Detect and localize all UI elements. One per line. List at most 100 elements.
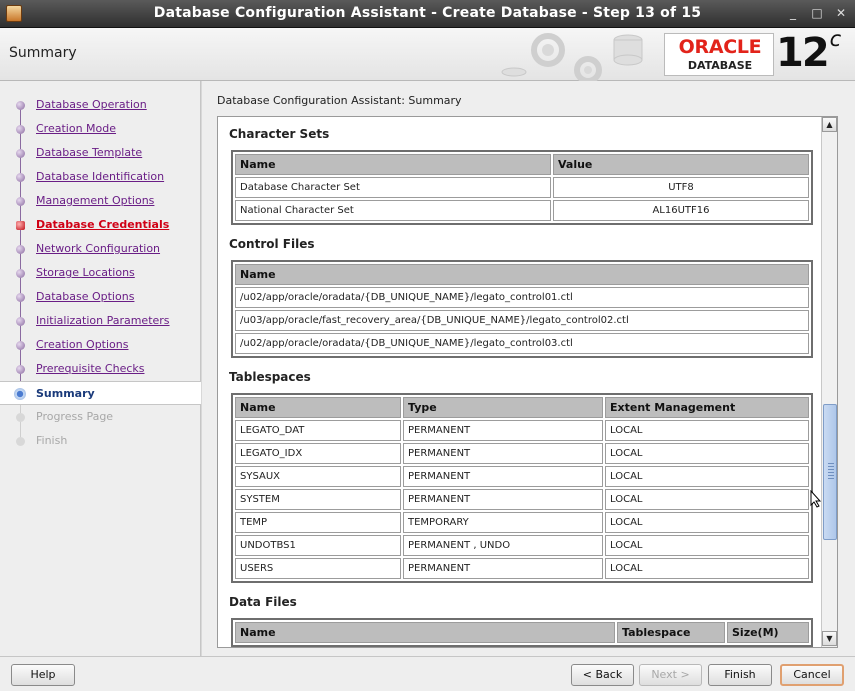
table-cell: LEGATO_DAT bbox=[235, 420, 401, 441]
column-header-value: Value bbox=[553, 154, 809, 175]
section-title-control-files: Control Files bbox=[229, 237, 315, 251]
table-cell: PERMANENT bbox=[403, 466, 603, 487]
step-bullet-icon bbox=[16, 173, 25, 182]
step-bullet-icon bbox=[16, 245, 25, 254]
step-bullet-icon bbox=[16, 293, 25, 302]
column-header-name: Name bbox=[235, 264, 809, 285]
next-button[interactable]: Next > bbox=[639, 664, 702, 686]
table-row: LEGATO_DAT PERMANENT LOCAL bbox=[235, 420, 809, 441]
nav-step-creation-mode[interactable]: Creation Mode bbox=[0, 117, 201, 141]
wizard-button-bar: Help < Back Next > Finish Cancel bbox=[0, 656, 855, 691]
summary-heading: Database Configuration Assistant: Summar… bbox=[217, 94, 462, 107]
column-header-name: Name bbox=[235, 154, 551, 175]
maximize-icon[interactable]: □ bbox=[810, 6, 824, 20]
table-row: UNDOTBS1 PERMANENT , UNDO LOCAL bbox=[235, 535, 809, 556]
nav-step-label: Finish bbox=[36, 434, 68, 447]
table-cell: LOCAL bbox=[605, 420, 809, 441]
table-cell: SYSAUX bbox=[235, 466, 401, 487]
step-bullet-icon bbox=[16, 125, 25, 134]
table-cell: LOCAL bbox=[605, 443, 809, 464]
nav-step-label: Database Operation bbox=[36, 98, 147, 111]
vertical-scrollbar[interactable]: ▲ ▼ bbox=[821, 117, 837, 647]
minimize-icon[interactable]: _ bbox=[786, 6, 800, 20]
table-row: Database Character Set UTF8 bbox=[235, 177, 809, 198]
finish-button[interactable]: Finish bbox=[708, 664, 772, 686]
version-logo: 12c bbox=[776, 27, 841, 76]
table-cell: PERMANENT , UNDO bbox=[403, 535, 603, 556]
table-cell: TEMP bbox=[235, 512, 401, 533]
table-cell: USERS bbox=[235, 558, 401, 579]
nav-step-label: Management Options bbox=[36, 194, 155, 207]
table-cell: National Character Set bbox=[235, 200, 551, 221]
table-cell: LEGATO_IDX bbox=[235, 443, 401, 464]
main-panel: Database Configuration Assistant: Summar… bbox=[202, 81, 855, 656]
nav-step-label: Network Configuration bbox=[36, 242, 161, 255]
nav-step-creation-options[interactable]: Creation Options bbox=[0, 333, 201, 357]
nav-step-label: Summary bbox=[36, 387, 95, 400]
nav-step-summary[interactable]: Summary bbox=[0, 381, 201, 405]
section-title-character-sets: Character Sets bbox=[229, 127, 330, 141]
table-cell: UTF8 bbox=[553, 177, 809, 198]
nav-step-finish: Finish bbox=[0, 429, 201, 453]
nav-step-progress-page: Progress Page bbox=[0, 405, 201, 429]
mouse-pointer-icon bbox=[810, 490, 822, 508]
table-cell: TEMPORARY bbox=[403, 512, 603, 533]
step-bullet-icon bbox=[16, 317, 25, 326]
nav-step-label: Creation Options bbox=[36, 338, 129, 351]
table-cell: /u03/app/oracle/fast_recovery_area/{DB_U… bbox=[235, 310, 809, 331]
nav-step-network-configuration[interactable]: Network Configuration bbox=[0, 237, 201, 261]
table-cell: LOCAL bbox=[605, 535, 809, 556]
step-bullet-icon bbox=[16, 437, 25, 446]
back-button[interactable]: < Back bbox=[571, 664, 634, 686]
scroll-up-icon[interactable]: ▲ bbox=[822, 117, 837, 132]
window-titlebar: Database Configuration Assistant - Creat… bbox=[0, 0, 855, 28]
table-row: TEMP TEMPORARY LOCAL bbox=[235, 512, 809, 533]
window-title: Database Configuration Assistant - Creat… bbox=[153, 5, 702, 21]
nav-step-prerequisite-checks[interactable]: Prerequisite Checks bbox=[0, 357, 201, 381]
table-cell: LOCAL bbox=[605, 466, 809, 487]
close-icon[interactable]: ✕ bbox=[834, 6, 848, 20]
step-bullet-icon bbox=[14, 388, 26, 400]
cancel-button[interactable]: Cancel bbox=[780, 664, 844, 686]
table-cell: PERMANENT bbox=[403, 443, 603, 464]
nav-step-database-operation[interactable]: Database Operation bbox=[0, 93, 201, 117]
table-cell: LOCAL bbox=[605, 512, 809, 533]
table-cell: LOCAL bbox=[605, 558, 809, 579]
table-cell: SYSTEM bbox=[235, 489, 401, 510]
nav-step-management-options[interactable]: Management Options bbox=[0, 189, 201, 213]
table-cell: /u02/app/oracle/oradata/{DB_UNIQUE_NAME}… bbox=[235, 287, 809, 308]
nav-step-storage-locations[interactable]: Storage Locations bbox=[0, 261, 201, 285]
nav-step-database-options[interactable]: Database Options bbox=[0, 285, 201, 309]
table-row: SYSTEM PERMANENT LOCAL bbox=[235, 489, 809, 510]
summary-scroll-pane[interactable]: Character Sets Name Value Database Chara… bbox=[217, 116, 838, 648]
nav-step-initialization-parameters[interactable]: Initialization Parameters bbox=[0, 309, 201, 333]
table-row: LEGATO_IDX PERMANENT LOCAL bbox=[235, 443, 809, 464]
table-cell: PERMANENT bbox=[403, 420, 603, 441]
nav-step-database-credentials[interactable]: Database Credentials bbox=[0, 213, 201, 237]
wizard-header: Summary ORACLE DATABASE 12c bbox=[0, 27, 855, 81]
nav-step-database-template[interactable]: Database Template bbox=[0, 141, 201, 165]
data-files-table: Name Tablespace Size(M) bbox=[231, 618, 813, 647]
section-title-data-files: Data Files bbox=[229, 595, 297, 609]
table-cell: PERMANENT bbox=[403, 489, 603, 510]
step-bullet-icon bbox=[16, 101, 25, 110]
nav-step-label: Database Credentials bbox=[36, 218, 170, 231]
column-header-size: Size(M) bbox=[727, 622, 809, 643]
nav-step-database-identification[interactable]: Database Identification bbox=[0, 165, 201, 189]
oracle-product-text: DATABASE bbox=[687, 59, 753, 72]
table-row: /u02/app/oracle/oradata/{DB_UNIQUE_NAME}… bbox=[235, 287, 809, 308]
table-row: /u03/app/oracle/fast_recovery_area/{DB_U… bbox=[235, 310, 809, 331]
control-files-table: Name /u02/app/oracle/oradata/{DB_UNIQUE_… bbox=[231, 260, 813, 358]
column-header-name: Name bbox=[235, 622, 615, 643]
scrollbar-thumb[interactable] bbox=[823, 404, 837, 540]
step-bullet-icon bbox=[16, 341, 25, 350]
oracle-logo: ORACLE DATABASE bbox=[664, 33, 774, 76]
page-title: Summary bbox=[9, 45, 77, 61]
tablespaces-table: Name Type Extent Management LEGATO_DAT PE… bbox=[231, 393, 813, 583]
scroll-down-icon[interactable]: ▼ bbox=[822, 631, 837, 646]
version-number: 12 bbox=[776, 30, 830, 76]
section-title-tablespaces: Tablespaces bbox=[229, 370, 311, 384]
wizard-steps-nav: Database Operation Creation Mode Database … bbox=[0, 81, 201, 656]
nav-step-label: Prerequisite Checks bbox=[36, 362, 145, 375]
help-button[interactable]: Help bbox=[11, 664, 75, 686]
